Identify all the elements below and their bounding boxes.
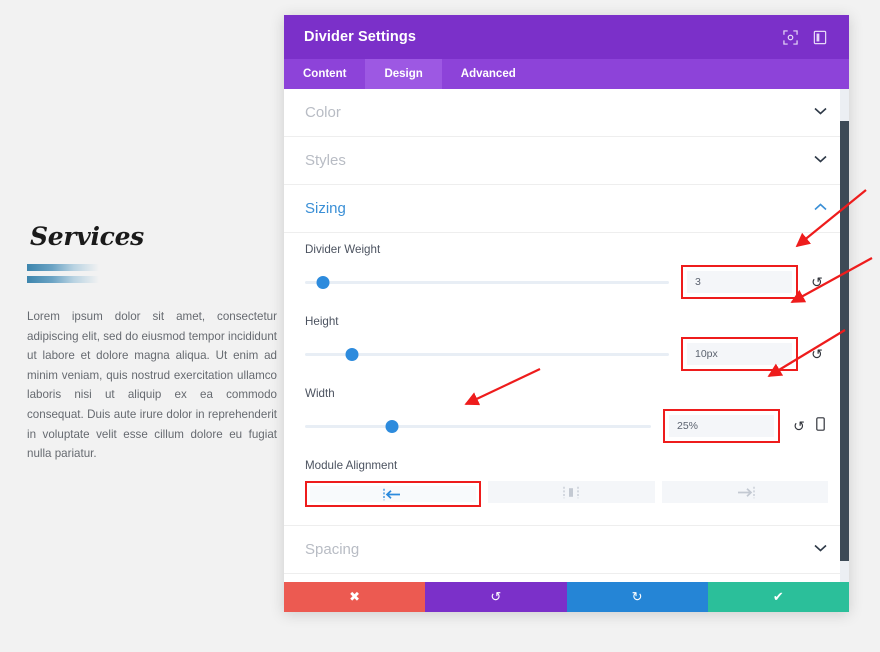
body-paragraph: Lorem ipsum dolor sit amet, consectetur … bbox=[27, 307, 277, 464]
reset-icon[interactable]: ↺ bbox=[806, 274, 828, 291]
tab-content[interactable]: Content bbox=[284, 59, 365, 89]
field-height: Height ↺ bbox=[305, 315, 828, 371]
modal-tabs: Content Design Advanced bbox=[284, 59, 849, 89]
scrollbar-track[interactable] bbox=[840, 89, 849, 582]
chevron-down-icon bbox=[814, 544, 827, 555]
align-right-button[interactable] bbox=[662, 481, 828, 503]
divider-preview bbox=[27, 264, 99, 283]
scrollbar-thumb[interactable] bbox=[840, 121, 849, 561]
field-width: Width ↺ bbox=[305, 387, 828, 443]
section-spacing-label: Spacing bbox=[305, 541, 814, 558]
layout-panel-icon[interactable] bbox=[807, 24, 833, 50]
align-left-button[interactable] bbox=[305, 481, 481, 507]
tab-advanced[interactable]: Advanced bbox=[442, 59, 535, 89]
chevron-down-icon bbox=[814, 155, 827, 166]
modal-action-bar: ✖ ↺ ↻ ✔ bbox=[284, 582, 849, 612]
width-slider[interactable] bbox=[305, 418, 651, 434]
modal-body: Color Styles Sizing Div bbox=[284, 89, 849, 582]
tab-design[interactable]: Design bbox=[365, 59, 441, 89]
section-animation[interactable]: Animation bbox=[284, 574, 849, 582]
width-label: Width bbox=[305, 387, 828, 400]
mobile-device-icon[interactable] bbox=[812, 417, 828, 436]
height-label: Height bbox=[305, 315, 828, 328]
section-styles[interactable]: Styles bbox=[284, 137, 849, 185]
slider-track bbox=[305, 425, 651, 428]
height-annotation-box bbox=[681, 337, 798, 371]
section-color-label: Color bbox=[305, 104, 814, 121]
modal-title: Divider Settings bbox=[304, 29, 773, 45]
divider-settings-modal: Divider Settings Content Design Advanced bbox=[284, 15, 849, 612]
chevron-up-icon bbox=[814, 203, 827, 214]
section-styles-label: Styles bbox=[305, 152, 814, 169]
chevron-down-icon bbox=[814, 107, 827, 118]
module-alignment-group bbox=[305, 481, 828, 507]
modal-header: Divider Settings bbox=[284, 15, 849, 59]
fullscreen-icon[interactable] bbox=[777, 24, 803, 50]
field-divider-weight: Divider Weight ↺ bbox=[305, 243, 828, 299]
width-input[interactable] bbox=[669, 415, 774, 437]
reset-icon[interactable]: ↺ bbox=[788, 418, 810, 435]
height-input[interactable] bbox=[687, 343, 792, 365]
screen: Services Lorem ipsum dolor sit amet, con… bbox=[0, 0, 880, 652]
section-color[interactable]: Color bbox=[284, 89, 849, 137]
cancel-button[interactable]: ✖ bbox=[284, 582, 425, 612]
sizing-section-content: Divider Weight ↺ Height bbox=[284, 233, 849, 526]
section-spacing[interactable]: Spacing bbox=[284, 526, 849, 574]
save-button[interactable]: ✔ bbox=[708, 582, 849, 612]
divider-weight-slider[interactable] bbox=[305, 274, 669, 290]
slider-knob[interactable] bbox=[346, 348, 359, 361]
height-slider[interactable] bbox=[305, 346, 669, 362]
slider-knob[interactable] bbox=[385, 420, 398, 433]
divider-bar-top bbox=[27, 264, 99, 271]
align-center-button[interactable] bbox=[488, 481, 654, 503]
divider-weight-annotation-box bbox=[681, 265, 798, 299]
divider-bar-bottom bbox=[27, 276, 99, 283]
page-preview-area: Services Lorem ipsum dolor sit amet, con… bbox=[0, 0, 285, 652]
divider-weight-label: Divider Weight bbox=[305, 243, 828, 256]
services-heading: Services bbox=[30, 222, 144, 251]
slider-track bbox=[305, 281, 669, 284]
section-sizing-label: Sizing bbox=[305, 200, 814, 217]
divider-weight-input[interactable] bbox=[687, 271, 792, 293]
width-annotation-box bbox=[663, 409, 780, 443]
redo-button[interactable]: ↻ bbox=[567, 582, 708, 612]
field-module-alignment: Module Alignment bbox=[305, 459, 828, 507]
undo-button[interactable]: ↺ bbox=[425, 582, 566, 612]
section-sizing[interactable]: Sizing bbox=[284, 185, 849, 233]
reset-icon[interactable]: ↺ bbox=[806, 346, 828, 363]
module-alignment-label: Module Alignment bbox=[305, 459, 828, 472]
slider-track bbox=[305, 353, 669, 356]
slider-knob[interactable] bbox=[317, 276, 330, 289]
